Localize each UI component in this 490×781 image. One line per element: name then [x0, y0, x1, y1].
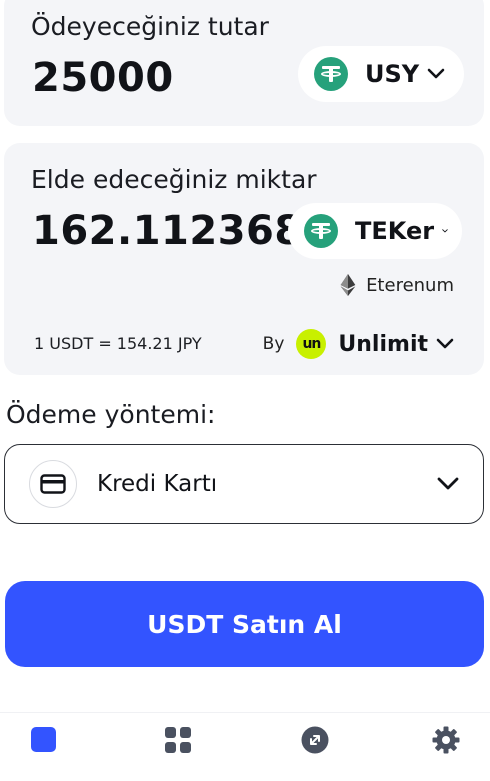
- provider-selector[interactable]: By un Unlimit: [263, 329, 454, 359]
- network-label: Eterenum: [366, 274, 454, 296]
- receive-amount: 162.112368: [32, 208, 303, 254]
- credit-card-icon: [29, 460, 77, 508]
- payment-method-value: Kredi Kartı: [97, 471, 218, 497]
- by-label: By: [262, 334, 285, 354]
- tether-icon: [314, 57, 348, 91]
- chevron-down-icon: [436, 338, 454, 349]
- unlimit-logo-icon: un: [296, 329, 327, 359]
- pay-label: Ödeyeceğiniz tutar: [31, 12, 269, 41]
- settings-icon[interactable]: [432, 726, 460, 754]
- tether-icon: [304, 214, 338, 248]
- pay-amount-input[interactable]: 25000: [32, 55, 174, 101]
- pay-currency-label: USY: [365, 60, 420, 88]
- payment-method-label: Ödeme yöntemi:: [6, 400, 216, 429]
- link-icon[interactable]: [301, 726, 329, 754]
- pay-card: Ödeyeceğiniz tutar 25000 USY: [4, 0, 484, 126]
- exchange-rate: 1 USDT = 154.21 JPY: [34, 334, 202, 353]
- receive-card: Elde edeceğiniz miktar 162.112368 TEKer …: [4, 143, 484, 375]
- pay-currency-selector[interactable]: USY: [298, 46, 464, 102]
- ethereum-icon: [340, 274, 356, 296]
- provider-name: Unlimit: [338, 331, 428, 357]
- payment-method-select[interactable]: Kredi Kartı: [4, 444, 484, 524]
- receive-token-selector[interactable]: TEKer: [288, 203, 462, 259]
- home-icon[interactable]: [31, 727, 56, 752]
- chevron-down-icon: [442, 229, 448, 233]
- receive-label: Elde edeceğiniz miktar: [31, 165, 317, 194]
- apps-icon[interactable]: [164, 726, 192, 754]
- receive-token-label: TEKer: [355, 217, 435, 245]
- buy-usdt-button[interactable]: USDT Satın Al: [5, 581, 484, 667]
- chevron-down-icon: [437, 477, 459, 490]
- chevron-down-icon: [427, 68, 445, 79]
- network-badge: Eterenum: [340, 274, 454, 296]
- bottom-nav: [0, 712, 490, 781]
